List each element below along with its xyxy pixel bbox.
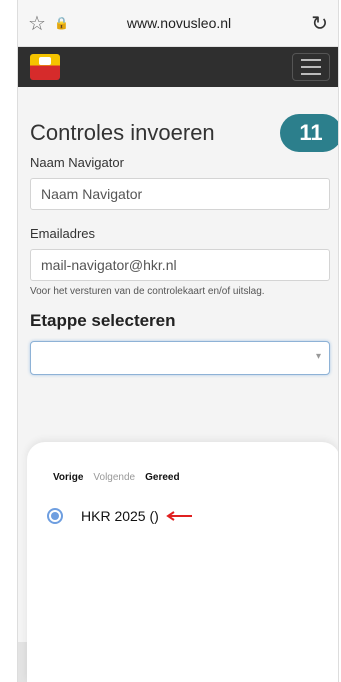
done-button[interactable]: Gereed — [145, 472, 179, 483]
next-button[interactable]: Volgende — [93, 472, 135, 483]
radio-selected-icon[interactable] — [47, 508, 63, 524]
bookmark-star-icon[interactable]: ☆ — [28, 11, 54, 36]
form-content: Controles invoeren 11 Naam Navigator Naa… — [18, 114, 338, 375]
picker-toolbar: Vorige Volgende Gereed — [53, 472, 180, 483]
hamburger-menu-icon[interactable] — [292, 53, 330, 81]
chevron-down-icon: ▾ — [315, 351, 321, 362]
stage-heading: Etappe selecteren — [30, 311, 176, 330]
lock-icon: 🔒 — [54, 16, 69, 30]
title-row: Controles invoeren 11 — [30, 114, 338, 152]
count-badge: 11 — [280, 114, 338, 152]
previous-button[interactable]: Vorige — [53, 472, 83, 483]
page-title: Controles invoeren — [30, 120, 215, 145]
navigator-name-input[interactable]: Naam Navigator — [30, 178, 330, 210]
site-logo[interactable] — [30, 54, 60, 80]
email-label: Emailadres — [30, 226, 96, 241]
picker-sheet: Vorige Volgende Gereed HKR 2025 () — [27, 442, 338, 682]
email-input[interactable]: mail-navigator@hkr.nl — [30, 249, 330, 281]
stage-select[interactable]: ▾ — [30, 341, 330, 375]
picker-option-label: HKR 2025 () — [81, 508, 159, 524]
annotation-arrow-icon — [165, 511, 193, 521]
browser-address-bar: ☆ 🔒 www.novusleo.nl ↻ — [18, 0, 338, 47]
phone-frame: ☆ 🔒 www.novusleo.nl ↻ Controles invoeren… — [17, 0, 339, 682]
site-navbar — [18, 47, 338, 87]
navigator-label: Naam Navigator — [30, 155, 124, 170]
email-hint: Voor het versturen van de controlekaart … — [30, 286, 265, 297]
url-text[interactable]: www.novusleo.nl — [74, 15, 302, 31]
reload-icon[interactable]: ↻ — [302, 11, 328, 36]
picker-option[interactable]: HKR 2025 () — [47, 508, 193, 524]
